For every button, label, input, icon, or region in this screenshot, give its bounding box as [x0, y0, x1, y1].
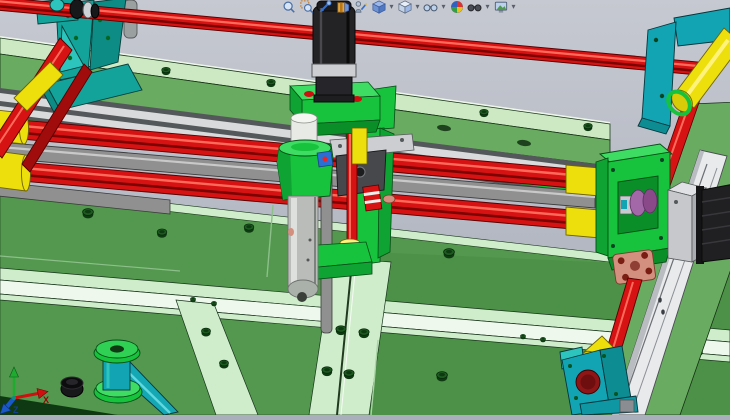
apply-scene-icon — [467, 0, 482, 14]
z-axis-label: Z — [13, 405, 19, 415]
regulator-bowl — [288, 196, 318, 302]
previous-view-button[interactable] — [316, 0, 333, 15]
previous-view-icon — [318, 0, 332, 14]
x-drive-motor — [696, 184, 730, 264]
section-view-button[interactable] — [334, 0, 351, 15]
section-view-icon — [336, 0, 350, 14]
view-settings-icon — [494, 0, 508, 14]
view-settings-caret[interactable]: ▾ — [510, 2, 517, 15]
apply-scene-button[interactable] — [466, 0, 483, 15]
x-axis-label: X — [43, 395, 49, 405]
hide-show-items-button[interactable] — [422, 0, 439, 15]
annotation-view-icon — [354, 0, 368, 14]
regulator-tag — [317, 151, 333, 167]
view-orientation-icon — [372, 0, 386, 14]
heads-up-view-toolbar: ▾ ▾ ▾ ▾ — [280, 0, 517, 15]
apply-scene-caret[interactable]: ▾ — [484, 2, 491, 15]
edit-appearance-button[interactable] — [448, 0, 465, 15]
vertical-stepper-motor — [312, 1, 356, 102]
viewport[interactable]: X Z — [0, 0, 730, 415]
table-knob[interactable] — [61, 377, 83, 397]
zoom-to-area-button[interactable] — [298, 0, 315, 15]
display-style-icon — [398, 0, 412, 14]
annotation-view-button[interactable] — [352, 0, 369, 15]
view-orientation-button[interactable] — [370, 0, 387, 15]
hide-show-items-caret[interactable]: ▾ — [440, 2, 447, 15]
view-orientation-caret[interactable]: ▾ — [388, 2, 395, 15]
display-style-button[interactable] — [396, 0, 413, 15]
zoom-to-fit-button[interactable] — [280, 0, 297, 15]
edit-appearance-icon — [450, 0, 464, 14]
model-scene[interactable]: X Z — [0, 0, 730, 415]
hide-show-items-icon — [423, 0, 438, 14]
zoom-to-fit-icon — [282, 0, 296, 14]
tool-clamp — [363, 185, 382, 211]
zoom-to-area-icon — [300, 0, 314, 14]
view-settings-button[interactable] — [492, 0, 509, 15]
display-style-caret[interactable]: ▾ — [414, 2, 421, 15]
